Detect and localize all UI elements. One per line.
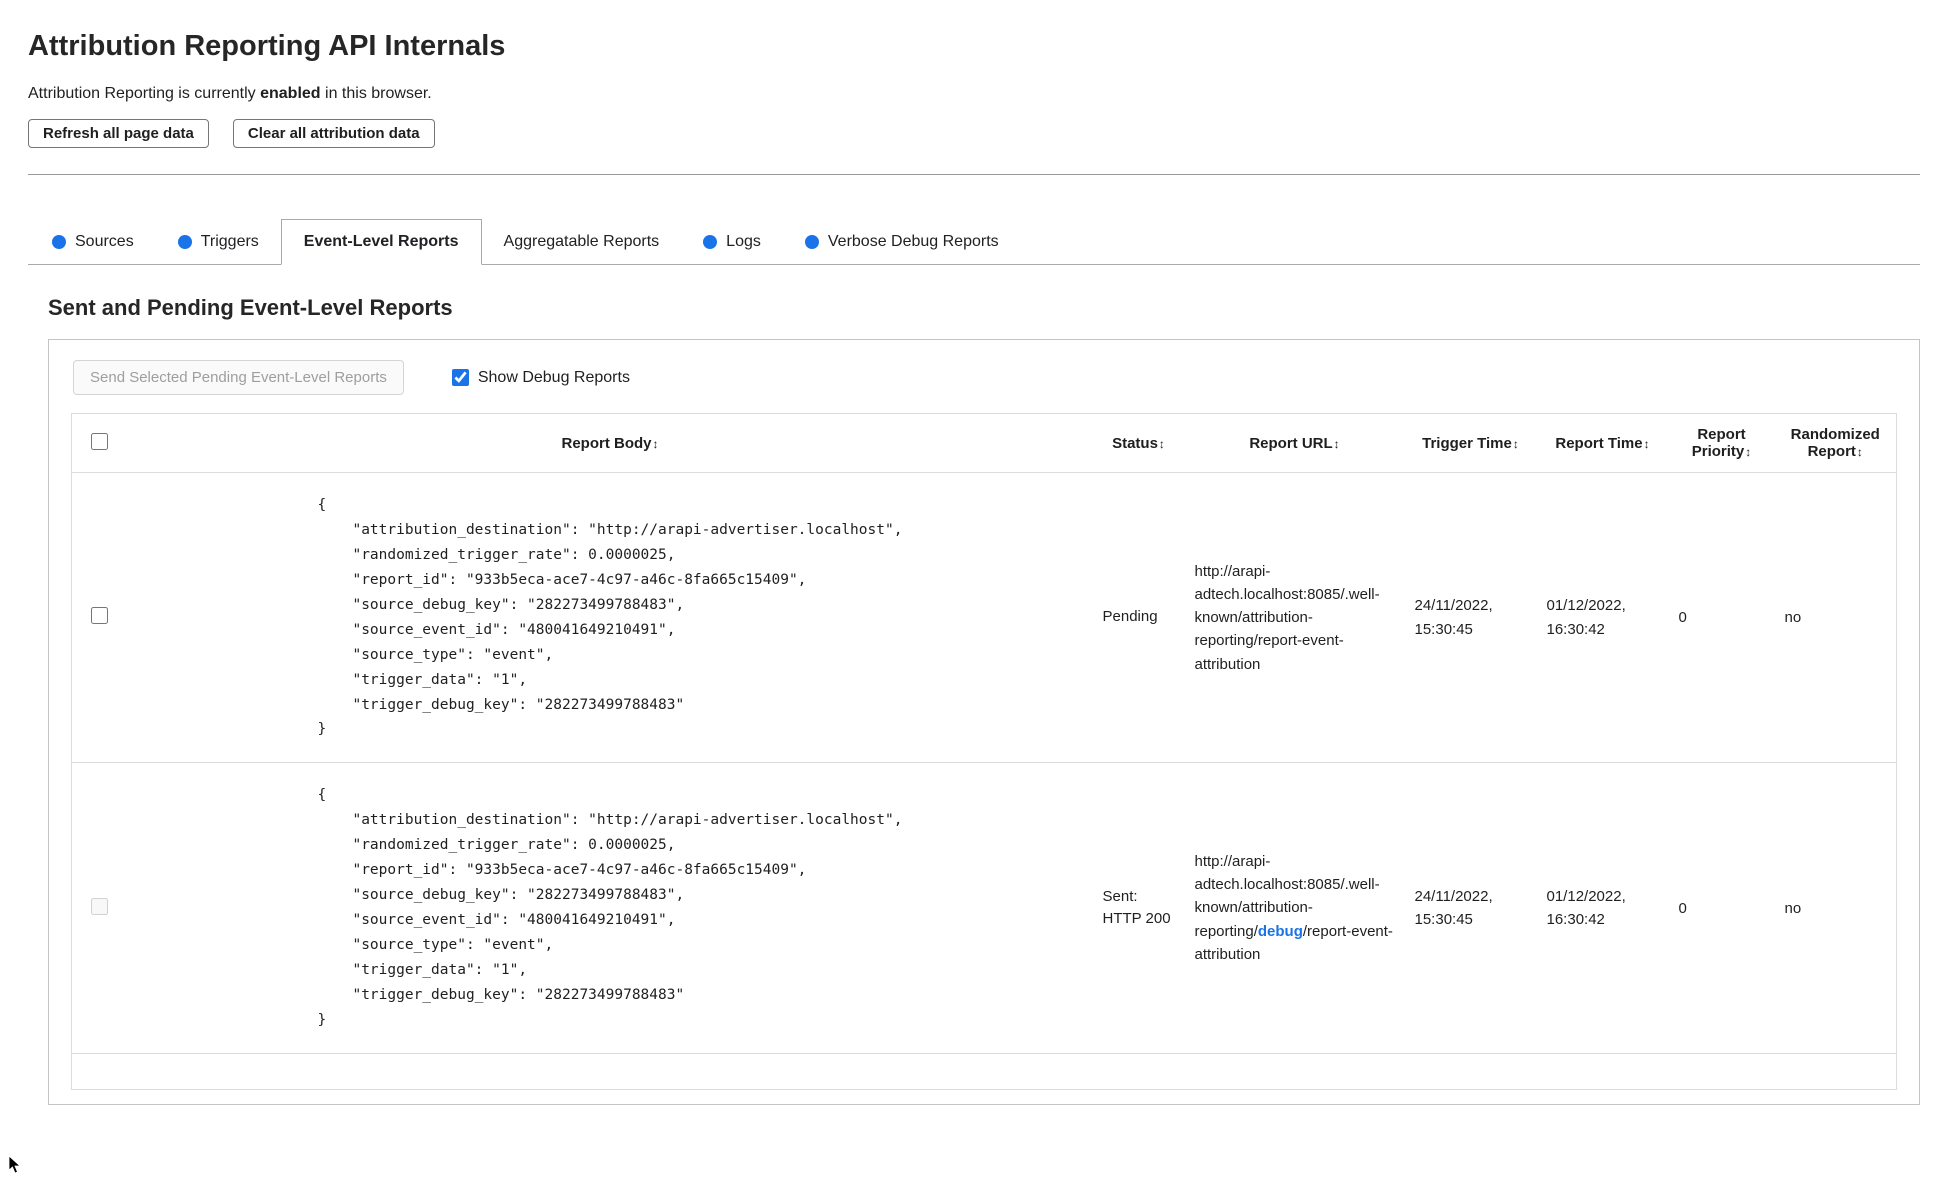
status-dot-icon [52,235,66,249]
status-dot-icon [804,235,819,249]
page-title: Attribution Reporting API Internals [28,30,506,62]
sort-icon: ↕ [1512,436,1519,451]
column-header-status[interactable]: Status↕ [1092,413,1185,473]
row-select-cell [71,472,128,764]
select-all-checkbox[interactable] [91,432,109,450]
report-row: { "attribution_destination": "http://ara… [71,472,1897,764]
trigger-time: 24/11/2022, 15:30:45 [1404,762,1537,1054]
report-priority: 0 [1668,472,1775,764]
attribution-internals-page: Attribution Reporting API Internals Attr… [0,0,1948,1105]
report-body-cell: { "attribution_destination": "http://ara… [127,472,1093,764]
status-text-suffix: in this browser. [320,85,432,102]
show-debug-reports-checkbox[interactable] [451,369,469,386]
report-body-json: { "attribution_destination": "http://ara… [317,787,903,1028]
status-line: Attribution Reporting is currently enabl… [28,85,1920,103]
tab-sources[interactable]: Sources [30,220,156,264]
report-time: 01/12/2022, 16:30:42 [1536,472,1669,764]
report-url: http://arapi-adtech.localhost:8085/.well… [1184,762,1405,1054]
tab-label: Triggers [200,233,259,250]
report-priority: 0 [1668,762,1775,1054]
tab-label: Verbose Debug Reports [827,233,999,250]
event-level-reports-panel: Send Selected Pending Event-Level Report… [48,339,1920,1105]
section-heading: Sent and Pending Event-Level Reports [48,295,453,320]
report-url: http://arapi-adtech.localhost:8085/.well… [1184,472,1405,764]
tab-aggregatable-reports[interactable]: Aggregatable Reports [482,220,682,264]
column-header-label: Report Priority [1691,426,1746,460]
horizontal-divider [28,174,1920,175]
report-time: 01/12/2022, 16:30:42 [1536,762,1669,1054]
reports-table-footer [72,1053,1897,1089]
clear-all-attribution-data-button[interactable]: Clear all attribution data [232,119,435,148]
row-select-checkbox [91,897,109,915]
column-header-label: Randomized Report [1790,426,1880,460]
sort-icon: ↕ [1643,436,1650,451]
row-select-checkbox[interactable] [91,607,109,625]
tab-label: Event-Level Reports [303,233,459,250]
column-header-label: Trigger Time [1422,434,1512,452]
status-dot-icon [703,235,718,249]
tab-event-level-reports[interactable]: Event-Level Reports [280,219,482,265]
mouse-cursor-icon [8,1156,22,1174]
report-body-cell: { "attribution_destination": "http://ara… [127,762,1093,1054]
report-status: Pending [1092,472,1185,764]
column-header-report-time[interactable]: Report Time↕ [1536,413,1669,473]
sort-icon: ↕ [1745,445,1752,459]
column-header-trigger-time[interactable]: Trigger Time↕ [1404,413,1537,473]
column-header-report-url[interactable]: Report URL↕ [1184,413,1405,473]
column-header-randomized-report[interactable]: Randomized Report↕ [1774,413,1897,473]
trigger-time: 24/11/2022, 15:30:45 [1404,472,1537,764]
randomized-report: no [1774,472,1897,764]
sort-icon: ↕ [1856,445,1863,459]
column-header-label: Report Body [561,434,652,452]
refresh-all-page-data-button[interactable]: Refresh all page data [28,119,209,148]
empty-footer-row [72,1053,1897,1089]
status-text-prefix: Attribution Reporting is currently [28,85,261,102]
reports-table-header: Report Body↕ Status↕ Report URL↕ Trigger… [71,413,1897,473]
tab-logs[interactable]: Logs [681,220,783,264]
report-url-debug-segment: debug [1257,922,1303,940]
column-header-label: Status [1112,434,1158,452]
show-debug-reports-toggle[interactable]: Show Debug Reports [451,368,630,387]
status-dot-icon [177,235,192,249]
column-header-label: Report URL [1249,434,1333,452]
column-header-report-priority[interactable]: Report Priority↕ [1668,413,1775,473]
tab-label: Sources [75,233,134,250]
status-enabled-text: enabled [260,85,321,102]
select-all-header-cell [71,413,128,473]
tab-label: Aggregatable Reports [503,233,660,250]
randomized-report: no [1774,762,1897,1054]
tab-label: Logs [726,233,761,250]
row-select-cell [71,762,128,1054]
reports-table: Report Body↕ Status↕ Report URL↕ Trigger… [71,413,1897,1090]
report-body-json: { "attribution_destination": "http://ara… [317,497,903,738]
report-row: { "attribution_destination": "http://ara… [71,762,1897,1054]
sort-icon: ↕ [1333,436,1340,451]
column-header-label: Report Time [1555,434,1643,452]
show-debug-reports-label: Show Debug Reports [477,368,630,386]
sort-icon: ↕ [1158,436,1165,451]
sort-icon: ↕ [652,436,659,451]
send-selected-pending-reports-button[interactable]: Send Selected Pending Event-Level Report… [73,360,404,395]
tab-strip: Sources Triggers Event-Level Reports Aggreg… [28,219,1920,265]
tab-verbose-debug-reports[interactable]: Verbose Debug Reports [783,220,1021,264]
reports-toolbar: Send Selected Pending Event-Level Report… [71,358,1897,401]
top-actions: Refresh all page data Clear all attribut… [28,119,1920,148]
reports-table-body: { "attribution_destination": "http://ara… [71,472,1897,1054]
tab-triggers[interactable]: Triggers [156,220,281,264]
report-status: Sent: HTTP 200 [1092,762,1185,1054]
column-header-report-body[interactable]: Report Body↕ [127,413,1093,473]
